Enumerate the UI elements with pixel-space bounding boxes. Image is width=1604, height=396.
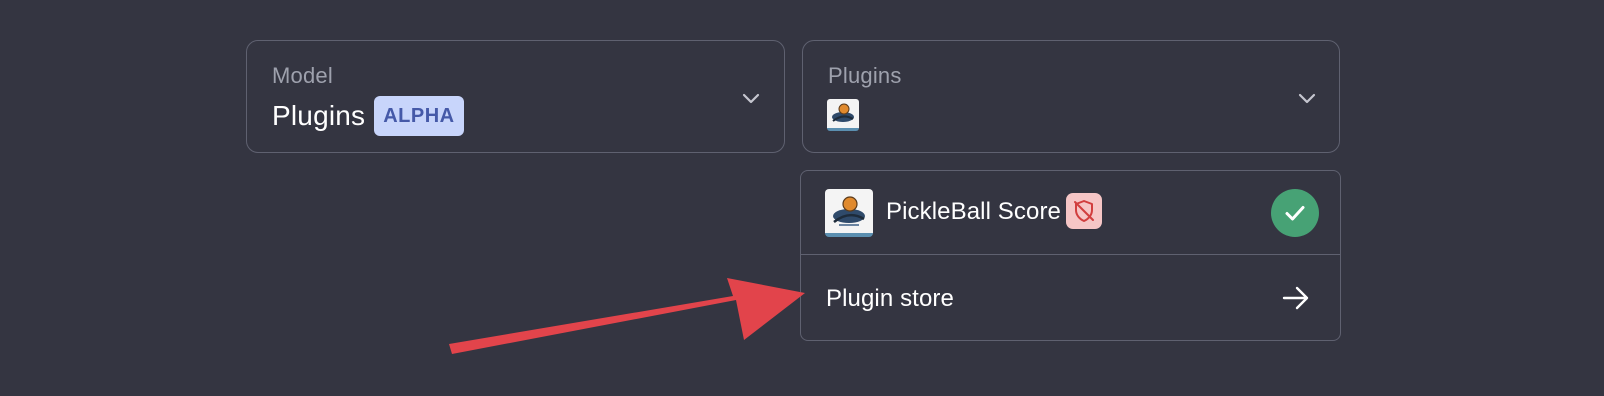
plugin-name: PickleBall Score — [886, 198, 1062, 225]
chevron-down-icon — [742, 93, 760, 104]
model-selector-label: Model — [272, 63, 333, 88]
pickleball-logo-icon — [825, 189, 873, 237]
unverified-shield-icon — [1066, 193, 1102, 229]
model-selector-value-row: Plugins ALPHA — [272, 96, 464, 136]
selected-check-icon[interactable] — [1271, 189, 1319, 237]
plugin-store-label: Plugin store — [826, 285, 954, 312]
plugins-selector-label: Plugins — [828, 63, 902, 88]
plugins-selector[interactable]: Plugins — [802, 40, 1340, 153]
plugin-option-pickleball-score[interactable]: PickleBall Score — [801, 171, 1340, 255]
pickleball-logo-icon — [827, 99, 859, 131]
model-selector[interactable]: Model Plugins ALPHA — [246, 40, 785, 153]
alpha-badge: ALPHA — [374, 96, 464, 136]
plugin-settings-area: Model Plugins ALPHA Plugins PickleBall S… — [0, 0, 1604, 396]
plugin-store-link[interactable]: Plugin store — [801, 255, 1340, 340]
arrow-right-icon — [1282, 286, 1309, 310]
model-selector-value: Plugins — [272, 100, 366, 131]
chevron-down-icon — [1298, 93, 1316, 104]
plugins-dropdown-menu: PickleBall Score Plugin store — [800, 170, 1341, 341]
